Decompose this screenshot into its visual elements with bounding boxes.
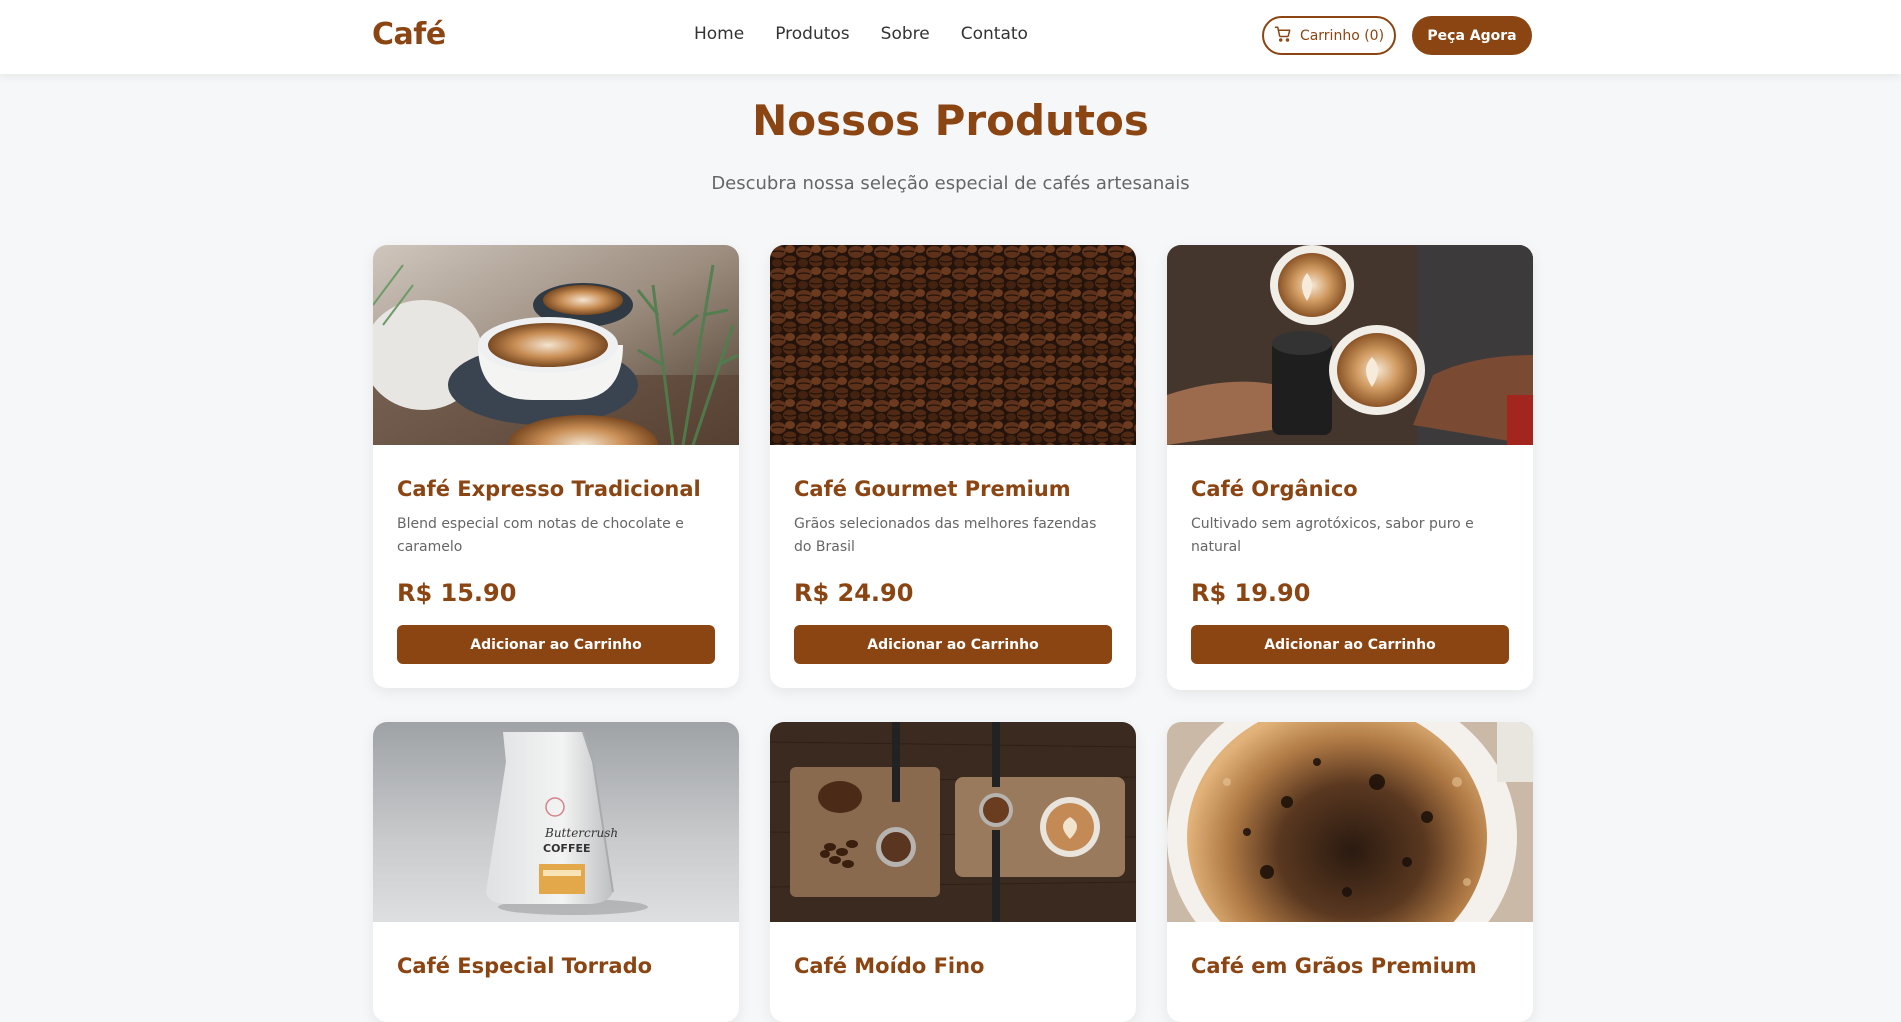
product-card: Café em Grãos Premium: [1167, 722, 1533, 1022]
section-title: Nossos Produtos: [752, 96, 1149, 145]
product-name: Café Gourmet Premium: [794, 477, 1071, 501]
product-name: Café em Grãos Premium: [1191, 954, 1477, 978]
cart-icon: [1274, 25, 1292, 47]
product-name: Café Moído Fino: [794, 954, 985, 978]
product-description: Cultivado sem agrotóxicos, sabor puro e …: [1191, 516, 1474, 555]
logo[interactable]: Café: [372, 17, 446, 52]
nav-link-sobre[interactable]: Sobre: [881, 24, 930, 44]
nav-link-produtos[interactable]: Produtos: [775, 24, 849, 44]
add-to-cart-button[interactable]: Adicionar ao Carrinho: [794, 625, 1112, 664]
svg-text:COFFEE: COFFEE: [543, 842, 590, 855]
product-name: Café Expresso Tradicional: [397, 477, 701, 501]
product-image-latte-cups: [373, 245, 739, 445]
nav-link-contato[interactable]: Contato: [961, 24, 1028, 44]
product-card: Café Expresso Tradicional Blend especial…: [373, 245, 739, 688]
product-card: Café Gourmet Premium Grãos selecionados …: [770, 245, 1136, 688]
product-card: Café Moído Fino: [770, 722, 1136, 1022]
product-image-coffee-beans: [770, 245, 1136, 445]
product-image-coffee-bag: Buttercrush COFFEE: [373, 722, 739, 922]
product-card: Buttercrush COFFEE Café Especial Torrado: [373, 722, 739, 1022]
main-nav: Home Produtos Sobre Contato: [694, 24, 1059, 44]
section-subtitle: Descubra nossa seleção especial de cafés…: [711, 173, 1190, 194]
svg-text:Buttercrush: Buttercrush: [544, 826, 618, 840]
add-to-cart-button[interactable]: Adicionar ao Carrinho: [1191, 625, 1509, 664]
product-price: R$ 15.90: [397, 579, 517, 607]
product-image-hands-toasting-coffee: [1167, 245, 1533, 445]
product-image-coffee-cup-foam: [1167, 722, 1533, 922]
nav-link-home[interactable]: Home: [694, 24, 744, 44]
top-navbar: Café Home Produtos Sobre Contato Carrinh…: [0, 0, 1901, 74]
order-now-button[interactable]: Peça Agora: [1412, 16, 1532, 55]
product-description: Blend especial com notas de chocolate e …: [397, 516, 684, 555]
cart-button[interactable]: Carrinho (0): [1262, 16, 1396, 55]
product-image-ground-coffee-board: [770, 722, 1136, 922]
add-to-cart-button[interactable]: Adicionar ao Carrinho: [397, 625, 715, 664]
product-price: R$ 24.90: [794, 579, 914, 607]
product-card: Café Orgânico Cultivado sem agrotóxicos,…: [1167, 245, 1533, 690]
cart-button-label: Carrinho (0): [1299, 27, 1385, 44]
product-price: R$ 19.90: [1191, 579, 1311, 607]
product-description: Grãos selecionados das melhores fazendas…: [794, 516, 1097, 555]
product-name: Café Orgânico: [1191, 477, 1358, 501]
product-name: Café Especial Torrado: [397, 954, 653, 978]
